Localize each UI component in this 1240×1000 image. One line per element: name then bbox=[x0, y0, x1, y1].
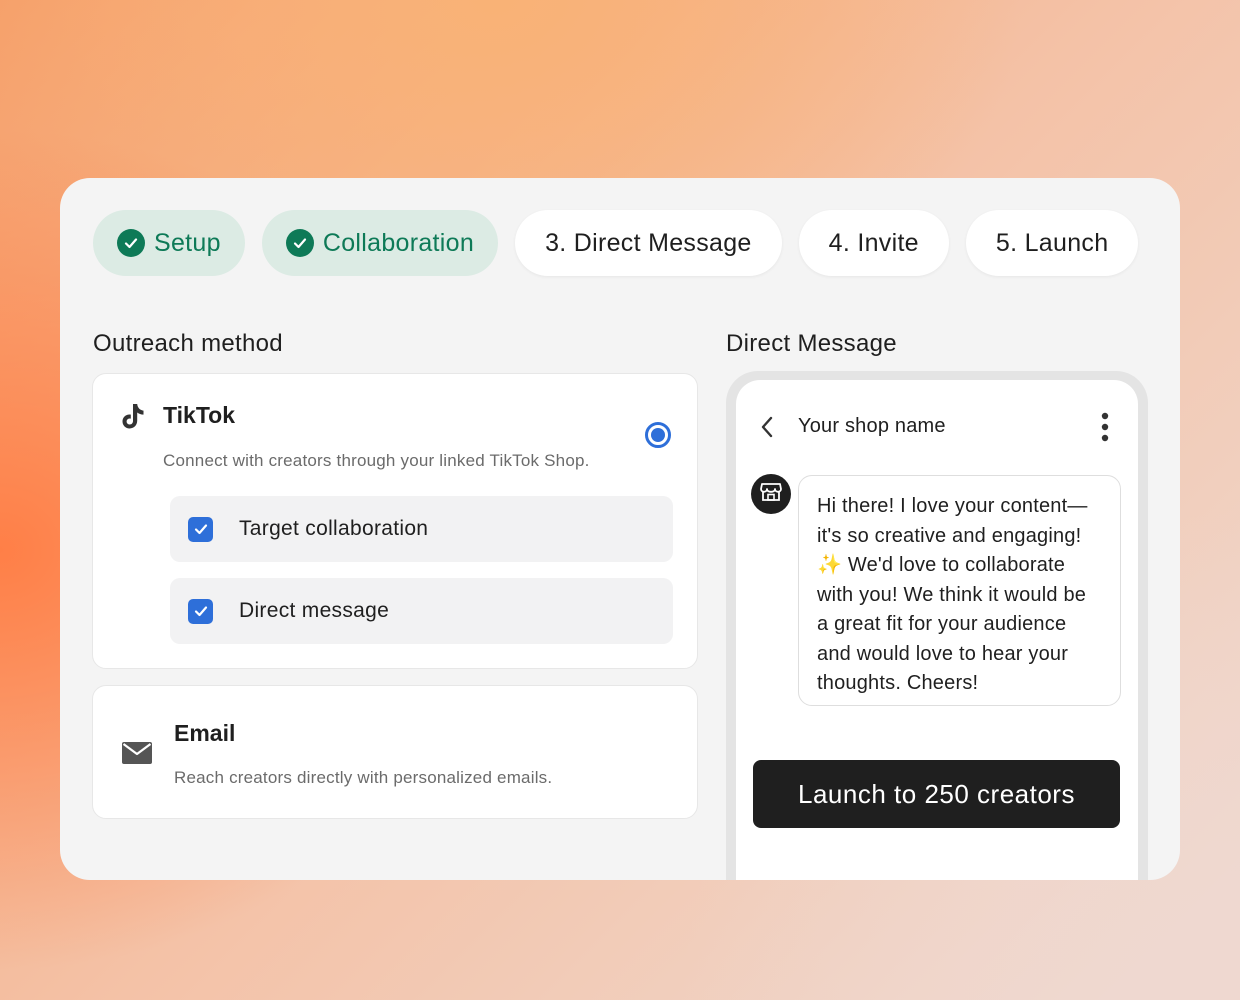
tiktok-icon bbox=[120, 402, 146, 435]
target-collaboration-option[interactable]: Target collaboration bbox=[170, 496, 673, 562]
step-label: Collaboration bbox=[322, 228, 475, 257]
direct-message-checkbox[interactable] bbox=[188, 598, 213, 624]
email-title: Email bbox=[174, 720, 236, 746]
campaign-card: Setup Collaboration 3. Direct Message 4.… bbox=[60, 178, 1180, 880]
email-option-card[interactable]: Email Reach creators directly with perso… bbox=[92, 685, 698, 819]
shop-avatar bbox=[751, 474, 791, 514]
step-direct-message[interactable]: 3. Direct Message bbox=[515, 210, 782, 276]
step-setup[interactable]: Setup bbox=[93, 210, 245, 276]
phone-preview: Your shop name Hi there! I love your con… bbox=[726, 371, 1148, 880]
shop-name: Your shop name bbox=[798, 415, 946, 437]
check-circle-icon bbox=[285, 229, 314, 257]
outreach-method-title: Outreach method bbox=[93, 330, 283, 357]
direct-message-label: Direct message bbox=[239, 599, 390, 622]
target-collaboration-label: Target collaboration bbox=[239, 517, 429, 540]
step-collaboration[interactable]: Collaboration bbox=[261, 210, 499, 276]
email-description: Reach creators directly with personalize… bbox=[174, 768, 553, 787]
step-label: 3. Direct Message bbox=[545, 228, 752, 257]
check-circle-icon bbox=[117, 229, 145, 257]
step-label: 5. Launch bbox=[995, 228, 1109, 257]
store-icon bbox=[760, 482, 782, 507]
phone-screen: Your shop name Hi there! I love your con… bbox=[736, 380, 1138, 880]
launch-button[interactable]: Launch to 250 creators bbox=[753, 760, 1120, 828]
tiktok-radio[interactable] bbox=[645, 422, 671, 448]
tiktok-title: TikTok bbox=[163, 402, 235, 428]
step-launch[interactable]: 5. Launch bbox=[965, 210, 1139, 276]
step-invite[interactable]: 4. Invite bbox=[798, 210, 949, 276]
target-collaboration-checkbox[interactable] bbox=[188, 516, 213, 542]
message-bubble: Hi there! I love your content—it's so cr… bbox=[798, 475, 1121, 706]
back-chevron-icon[interactable] bbox=[760, 416, 774, 443]
tiktok-description: Connect with creators through your linke… bbox=[163, 451, 590, 470]
direct-message-option[interactable]: Direct message bbox=[170, 578, 673, 644]
step-label: 4. Invite bbox=[828, 228, 919, 257]
stepper: Setup Collaboration 3. Direct Message 4.… bbox=[93, 210, 1139, 278]
radio-selected-dot bbox=[651, 428, 665, 442]
step-label: Setup bbox=[154, 228, 221, 257]
mail-icon bbox=[122, 742, 152, 769]
tiktok-option-card[interactable]: TikTok Connect with creators through you… bbox=[92, 373, 698, 669]
more-vertical-icon[interactable] bbox=[1100, 412, 1110, 447]
direct-message-title: Direct Message bbox=[726, 330, 897, 357]
